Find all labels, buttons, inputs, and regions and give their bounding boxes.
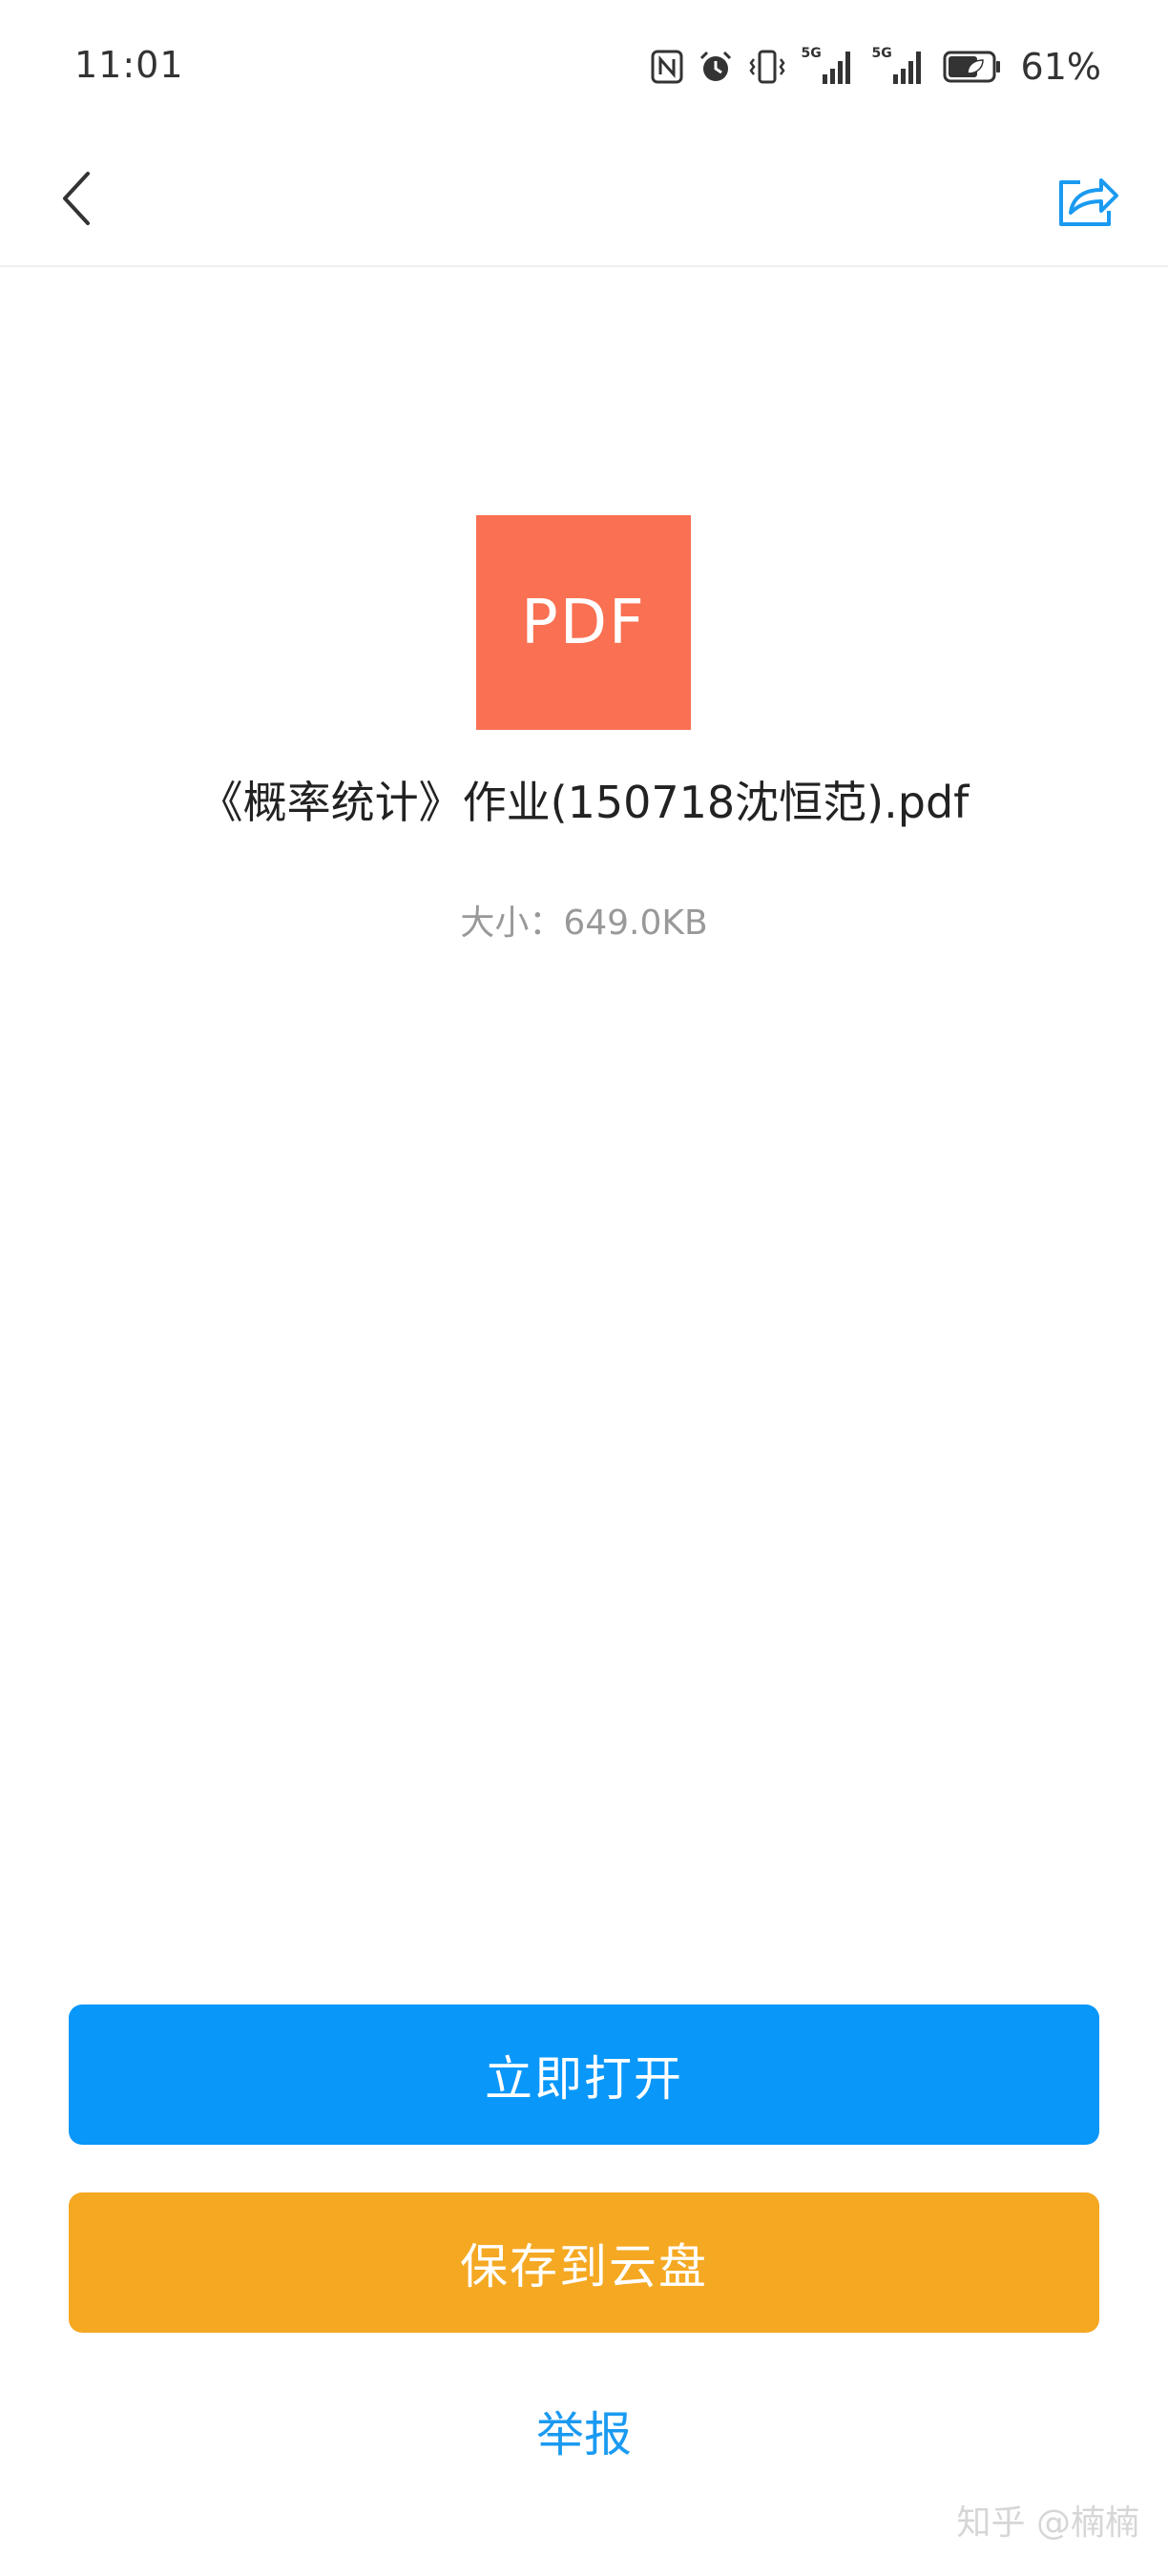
report-link[interactable]: 举报 bbox=[0, 2397, 1168, 2465]
signal-icon-2: 5G bbox=[872, 46, 928, 86]
signal-icon-1: 5G bbox=[802, 46, 857, 86]
file-name: 《概率统计》作业(150718沈恒范).pdf bbox=[198, 777, 970, 828]
status-bar: 11:01 5G 5G 61% bbox=[0, 0, 1168, 134]
back-button[interactable] bbox=[38, 162, 115, 239]
pdf-file-icon: PDF bbox=[476, 515, 691, 730]
open-now-button[interactable]: 立即打开 bbox=[69, 2005, 1099, 2145]
nav-bar bbox=[0, 134, 1168, 267]
alarm-icon bbox=[699, 50, 733, 84]
chevron-left-icon bbox=[57, 170, 95, 231]
share-button[interactable] bbox=[1044, 160, 1130, 246]
nfc-icon bbox=[651, 50, 683, 84]
battery-icon bbox=[943, 51, 1002, 83]
status-time: 11:01 bbox=[74, 44, 184, 86]
status-icons: 5G 5G 61% bbox=[651, 46, 1101, 88]
file-size: 大小：649.0KB bbox=[460, 904, 708, 943]
file-type-label: PDF bbox=[521, 587, 646, 658]
save-to-cloud-button[interactable]: 保存到云盘 bbox=[69, 2192, 1099, 2333]
battery-percent: 61% bbox=[1020, 46, 1101, 88]
watermark: 知乎 @楠楠 bbox=[956, 2503, 1139, 2543]
vibrate-icon bbox=[748, 50, 786, 84]
share-icon bbox=[1053, 173, 1120, 234]
